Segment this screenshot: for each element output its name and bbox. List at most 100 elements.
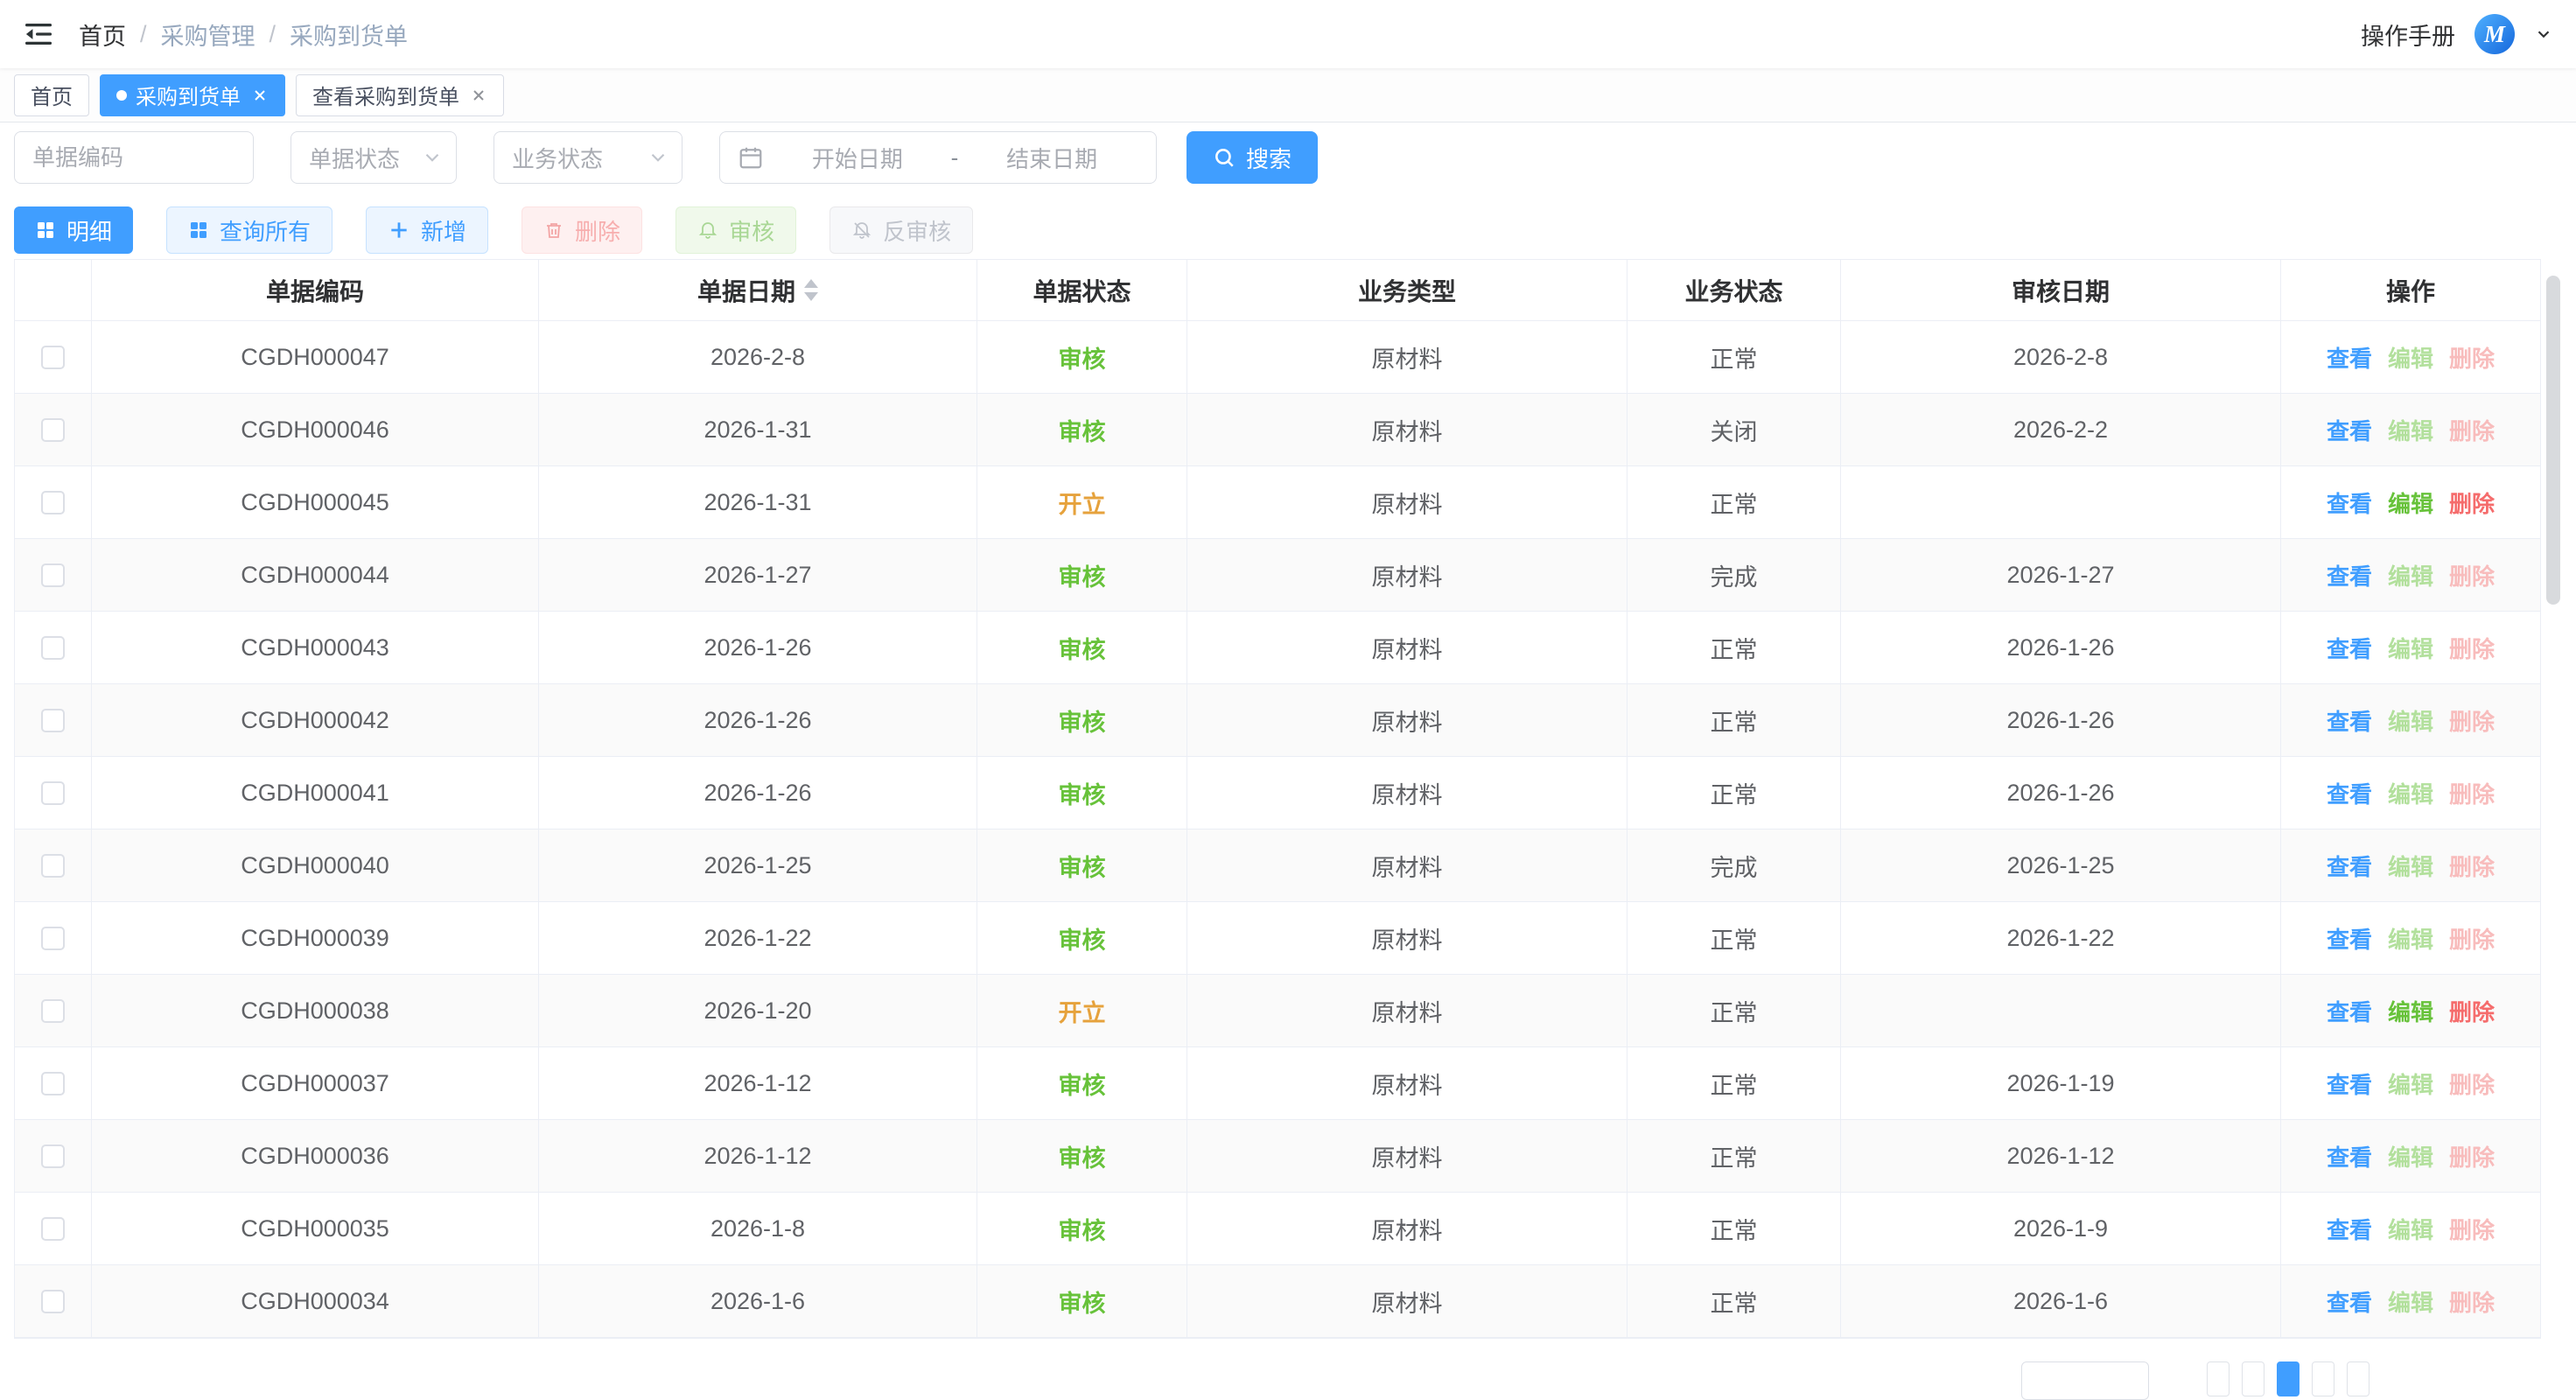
detail-button[interactable]: 明细 (14, 206, 133, 254)
row-checkbox[interactable] (41, 1072, 65, 1096)
row-checkbox[interactable] (41, 636, 65, 660)
edit-link[interactable]: 编辑 (2388, 777, 2433, 809)
table-scrollbar-thumb[interactable] (2546, 276, 2560, 605)
date-range-picker[interactable]: 开始日期 - 结束日期 (719, 131, 1157, 184)
delete-link[interactable]: 删除 (2449, 341, 2495, 374)
view-link[interactable]: 查看 (2327, 414, 2372, 446)
cell-doc-date: 2026-1-25 (539, 830, 977, 901)
biz-status-select[interactable]: 业务状态 (494, 131, 682, 184)
edit-link[interactable]: 编辑 (2388, 1285, 2433, 1318)
cell-biz-type: 原材料 (1187, 321, 1628, 393)
delete-link[interactable]: 删除 (2449, 1213, 2495, 1245)
unaudit-button[interactable]: 反审核 (830, 206, 973, 254)
tab-close-icon[interactable] (251, 87, 269, 104)
breadcrumb-purchase-management[interactable]: 采购管理 (161, 18, 256, 52)
user-caret-icon[interactable] (2534, 24, 2553, 44)
pagination-item[interactable] (2207, 1362, 2230, 1396)
view-link[interactable]: 查看 (2327, 922, 2372, 955)
cell-biz-status: 关闭 (1628, 394, 1841, 466)
delete-link[interactable]: 删除 (2449, 1140, 2495, 1172)
edit-link[interactable]: 编辑 (2388, 341, 2433, 374)
edit-link[interactable]: 编辑 (2388, 850, 2433, 882)
view-link[interactable]: 查看 (2327, 1213, 2372, 1245)
edit-link[interactable]: 编辑 (2388, 704, 2433, 737)
row-checkbox[interactable] (41, 781, 65, 805)
view-link[interactable]: 查看 (2327, 559, 2372, 592)
cell-biz-type: 原材料 (1187, 466, 1628, 538)
cell-audit-date: 2026-1-26 (1841, 612, 2281, 683)
audit-button[interactable]: 审核 (676, 206, 796, 254)
sort-caret-icon[interactable] (804, 279, 818, 301)
add-button[interactable]: 新增 (366, 206, 488, 254)
edit-link[interactable]: 编辑 (2388, 1068, 2433, 1100)
row-checkbox[interactable] (41, 1217, 65, 1241)
delete-link[interactable]: 删除 (2449, 632, 2495, 664)
view-link[interactable]: 查看 (2327, 777, 2372, 809)
delete-button[interactable]: 删除 (522, 206, 642, 254)
tab-view-purchase-arrival[interactable]: 查看采购到货单 (296, 74, 504, 116)
delete-link[interactable]: 删除 (2449, 995, 2495, 1027)
manual-link[interactable]: 操作手册 (2361, 18, 2455, 52)
table-row: CGDH000046 2026-1-31 审核 原材料 关闭 2026-2-2 … (15, 394, 2540, 466)
cell-doc-status: 开立 (977, 975, 1187, 1046)
doc-status-select[interactable]: 单据状态 (290, 131, 457, 184)
row-checkbox[interactable] (41, 999, 65, 1023)
view-link[interactable]: 查看 (2327, 1140, 2372, 1172)
row-checkbox[interactable] (41, 1290, 65, 1313)
view-link[interactable]: 查看 (2327, 486, 2372, 519)
cell-doc-status: 审核 (977, 902, 1187, 974)
detail-button-label: 明细 (66, 214, 112, 247)
row-checkbox[interactable] (41, 709, 65, 732)
collapse-menu-icon[interactable] (23, 18, 54, 50)
edit-link[interactable]: 编辑 (2388, 1213, 2433, 1245)
delete-link[interactable]: 删除 (2449, 1285, 2495, 1318)
row-checkbox[interactable] (41, 346, 65, 369)
row-checkbox[interactable] (41, 854, 65, 878)
tab-home[interactable]: 首页 (14, 74, 89, 116)
view-link[interactable]: 查看 (2327, 1285, 2372, 1318)
avatar[interactable]: M (2474, 14, 2515, 54)
query-all-button[interactable]: 查询所有 (166, 206, 332, 254)
tab-purchase-arrival[interactable]: 采购到货单 (100, 74, 285, 116)
tab-close-icon[interactable] (470, 87, 487, 104)
pagination-item[interactable] (2312, 1362, 2334, 1396)
edit-link[interactable]: 编辑 (2388, 995, 2433, 1027)
view-link[interactable]: 查看 (2327, 1068, 2372, 1100)
view-link[interactable]: 查看 (2327, 632, 2372, 664)
view-link[interactable]: 查看 (2327, 850, 2372, 882)
action-toolbar: 明细 查询所有 新增 删除 审核 反审核 (0, 206, 2576, 254)
delete-link[interactable]: 删除 (2449, 559, 2495, 592)
edit-link[interactable]: 编辑 (2388, 486, 2433, 519)
view-link[interactable]: 查看 (2327, 704, 2372, 737)
delete-link[interactable]: 删除 (2449, 704, 2495, 737)
edit-link[interactable]: 编辑 (2388, 559, 2433, 592)
edit-link[interactable]: 编辑 (2388, 1140, 2433, 1172)
doc-code-input[interactable] (14, 131, 254, 184)
cell-biz-status: 正常 (1628, 321, 1841, 393)
row-checkbox[interactable] (41, 1144, 65, 1168)
delete-link[interactable]: 删除 (2449, 922, 2495, 955)
pagination-item-active[interactable] (2277, 1362, 2300, 1396)
cell-checkbox (15, 394, 92, 466)
edit-link[interactable]: 编辑 (2388, 414, 2433, 446)
delete-link[interactable]: 删除 (2449, 777, 2495, 809)
delete-link[interactable]: 删除 (2449, 850, 2495, 882)
row-checkbox[interactable] (41, 564, 65, 587)
row-checkbox[interactable] (41, 491, 65, 514)
cell-doc-date: 2026-1-26 (539, 757, 977, 829)
row-checkbox[interactable] (41, 418, 65, 442)
row-checkbox[interactable] (41, 927, 65, 950)
delete-link[interactable]: 删除 (2449, 414, 2495, 446)
delete-link[interactable]: 删除 (2449, 1068, 2495, 1100)
pagination-item[interactable] (2347, 1362, 2370, 1396)
edit-link[interactable]: 编辑 (2388, 632, 2433, 664)
search-button[interactable]: 搜索 (1186, 131, 1318, 184)
delete-link[interactable]: 删除 (2449, 486, 2495, 519)
view-link[interactable]: 查看 (2327, 341, 2372, 374)
header-doc-date[interactable]: 单据日期 (539, 260, 977, 320)
pagination-item[interactable] (2242, 1362, 2264, 1396)
page-size-select[interactable] (2021, 1362, 2149, 1400)
view-link[interactable]: 查看 (2327, 995, 2372, 1027)
edit-link[interactable]: 编辑 (2388, 922, 2433, 955)
breadcrumb-home[interactable]: 首页 (79, 18, 126, 52)
